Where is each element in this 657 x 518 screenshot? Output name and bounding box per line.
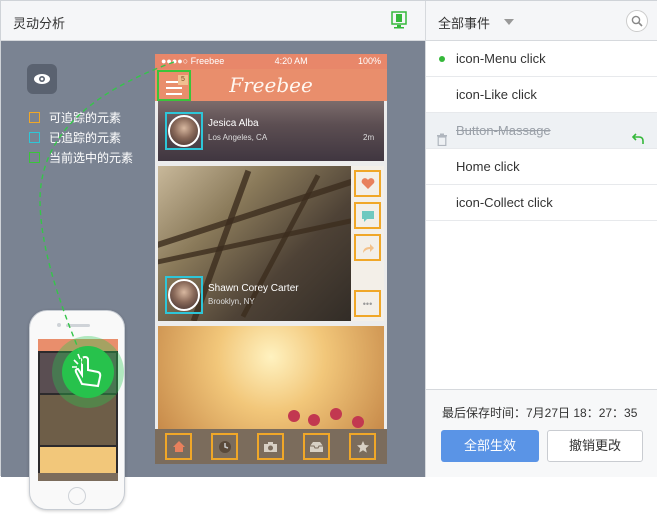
card-user-location: Brooklyn, NY [208,297,255,306]
card-action-panel: ••• [351,166,384,321]
sidebar-header: 全部事件 [426,1,657,41]
clock-icon[interactable] [211,433,238,460]
legend-item-trackable: 可追踪的元素 [29,107,133,127]
app-tab-bar [155,429,387,464]
event-item-collect[interactable]: icon-Collect click [426,185,657,221]
legend-swatch [29,111,40,123]
avatar-frame[interactable] [165,276,203,314]
feed-card-3 [158,326,384,429]
menu-badge: 5 [178,75,188,85]
heart-icon[interactable] [354,170,381,197]
card-time: 2m [363,133,375,142]
home-icon[interactable] [165,433,192,460]
phone-preview: ●●●●○ Freebee 4:20 AM 100% Freebee 5 Jes… [155,54,387,464]
legend-swatch [29,131,40,143]
active-dot [439,56,445,62]
status-bar: ●●●●○ Freebee 4:20 AM 100% [155,54,387,69]
search-icon[interactable] [626,10,648,32]
legend-swatch [29,151,40,163]
card-user-name: Jesica Alba [208,118,259,129]
revert-button[interactable]: 撤销更改 [547,430,643,462]
card-user-name: Shawn Corey Carter [208,283,299,294]
event-sidebar: 全部事件 icon-Menu click icon-Like click But… [425,1,657,477]
saved-time: 最后保存时间：7月27日 18：27：35 [442,406,638,420]
hand-pointer-icon [62,346,114,398]
event-label: Button-Massage [456,123,551,138]
avatar-frame[interactable] [165,112,203,150]
chevron-down-icon[interactable] [504,19,514,25]
event-item-massage[interactable]: Button-Massage [426,113,657,149]
share-icon[interactable] [354,234,381,261]
star-icon[interactable] [349,433,376,460]
event-filter-select[interactable]: 全部事件 [438,13,490,32]
event-item-like[interactable]: icon-Like click [426,77,657,113]
app-nav-bar: Freebee 5 [155,69,387,101]
camera-icon[interactable] [257,433,284,460]
event-label: icon-Collect click [456,195,553,210]
inbox-icon[interactable] [303,433,330,460]
event-label: Home click [456,159,520,174]
event-item-menu[interactable]: icon-Menu click [426,41,657,77]
sidebar-footer: 最后保存时间：7月27日 18：27：35 全部生效 撤销更改 [426,389,657,477]
legend-item-selected: 当前选中的元素 [29,147,133,167]
battery-text: 100% [357,56,381,66]
apply-all-button[interactable]: 全部生效 [441,430,539,462]
event-item-home[interactable]: Home click [426,149,657,185]
legend-item-tracked: 已追踪的元素 [29,127,133,147]
device-icon[interactable] [389,10,409,30]
clock-text: 4:20 AM [274,56,308,66]
legend-label: 已追踪的元素 [49,130,122,145]
touch-indicator [52,336,124,408]
card-user-location: Los Angeles, CA [208,133,268,142]
avatar [168,279,200,311]
top-bar: 灵动分析 [1,1,425,41]
event-list: icon-Menu click icon-Like click Button-M… [426,41,657,221]
legend-label: 当前选中的元素 [49,150,134,165]
eye-icon[interactable] [27,64,57,94]
app-title: 灵动分析 [13,16,66,31]
avatar [168,115,200,147]
legend-label: 可追踪的元素 [49,110,122,125]
carrier-text: ●●●●○ Freebee [161,56,225,66]
menu-icon[interactable]: 5 [157,70,191,101]
event-label: icon-Menu click [456,51,546,66]
event-label: icon-Like click [456,87,537,102]
more-icon[interactable]: ••• [354,290,381,317]
comment-icon[interactable] [354,202,381,229]
feed-card-1: Jesica Alba Los Angeles, CA 2m [158,101,384,161]
legend: 可追踪的元素 已追踪的元素 当前选中的元素 [29,107,133,167]
